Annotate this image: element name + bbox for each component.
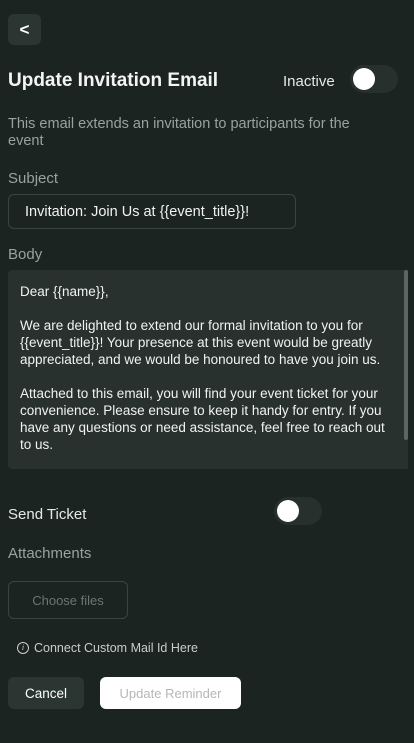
status-toggle[interactable]	[350, 65, 398, 93]
send-ticket-toggle[interactable]	[274, 497, 322, 525]
toggle-knob	[277, 500, 299, 522]
back-chevron-icon: <	[19, 19, 30, 39]
choose-files-button[interactable]: Choose files	[8, 581, 128, 619]
send-ticket-label: Send Ticket	[8, 506, 87, 523]
subject-input[interactable]	[8, 194, 296, 229]
page-title: Update Invitation Email	[8, 70, 219, 91]
page-description: This email extends an invitation to part…	[8, 116, 350, 149]
attachments-label: Attachments	[8, 545, 92, 562]
body-paragraph: Attached to this email, you will find yo…	[20, 386, 385, 452]
cancel-button[interactable]: Cancel	[8, 677, 84, 709]
connect-custom-mail-link[interactable]: i Connect Custom Mail Id Here	[17, 641, 198, 655]
info-icon: i	[17, 642, 29, 654]
subject-label: Subject	[8, 170, 59, 187]
toggle-knob	[353, 68, 375, 90]
body-scrollbar[interactable]	[404, 270, 408, 440]
back-button[interactable]: <	[8, 14, 41, 45]
body-editor[interactable]: Dear {{name}}, We are delighted to exten…	[8, 270, 408, 469]
update-reminder-button[interactable]: Update Reminder	[100, 677, 241, 709]
body-greeting: Dear {{name}},	[20, 284, 109, 299]
connect-custom-mail-label: Connect Custom Mail Id Here	[34, 641, 198, 655]
body-paragraph: We are delighted to extend our formal in…	[20, 318, 381, 367]
body-label: Body	[8, 246, 43, 263]
status-label: Inactive	[283, 73, 335, 90]
